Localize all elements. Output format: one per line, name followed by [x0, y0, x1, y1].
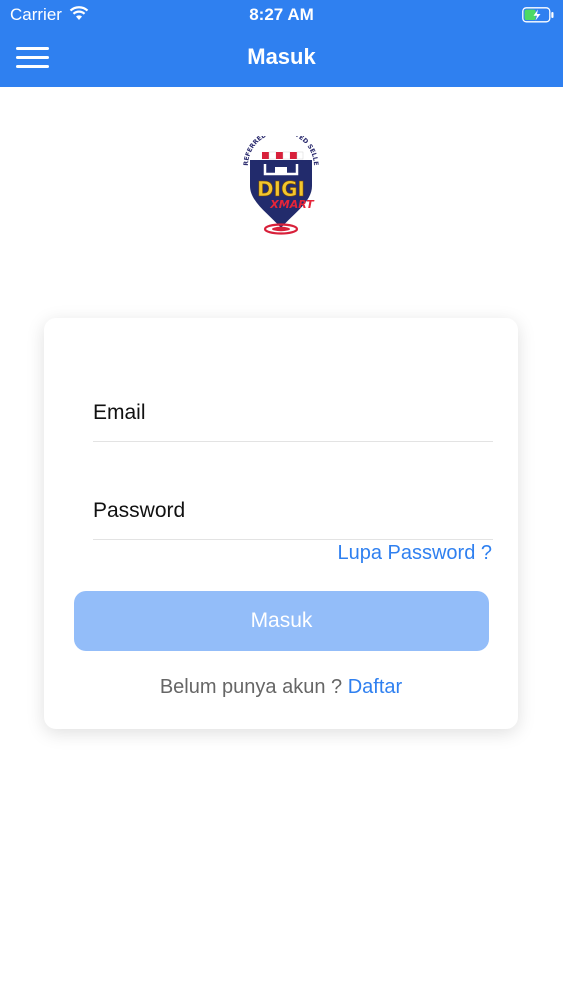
login-button[interactable]: Masuk — [74, 591, 489, 651]
password-field-wrapper — [93, 483, 493, 540]
login-card: Lupa Password ? Masuk Belum punya akun ?… — [44, 318, 518, 729]
battery-charging-icon — [522, 7, 556, 28]
status-bar: Carrier 8:27 AM — [0, 0, 563, 30]
clock: 8:27 AM — [249, 5, 314, 24]
digi-xmart-logo: PREFERRED & TRUSTED SELLER DIGI XMART — [236, 128, 324, 236]
password-field[interactable] — [93, 483, 493, 539]
svg-text:XMART: XMART — [269, 198, 315, 211]
navigation-bar: Masuk — [0, 30, 563, 87]
register-prompt-text: Belum punya akun ? — [159, 676, 343, 698]
email-field[interactable] — [93, 385, 493, 441]
register-prompt: Belum punya akun ? Daftar — [44, 676, 518, 699]
register-link[interactable]: Daftar — [348, 676, 402, 698]
page-title: Masuk — [247, 44, 316, 69]
forgot-password-link[interactable]: Lupa Password ? — [337, 542, 492, 565]
email-field-wrapper — [93, 385, 493, 442]
